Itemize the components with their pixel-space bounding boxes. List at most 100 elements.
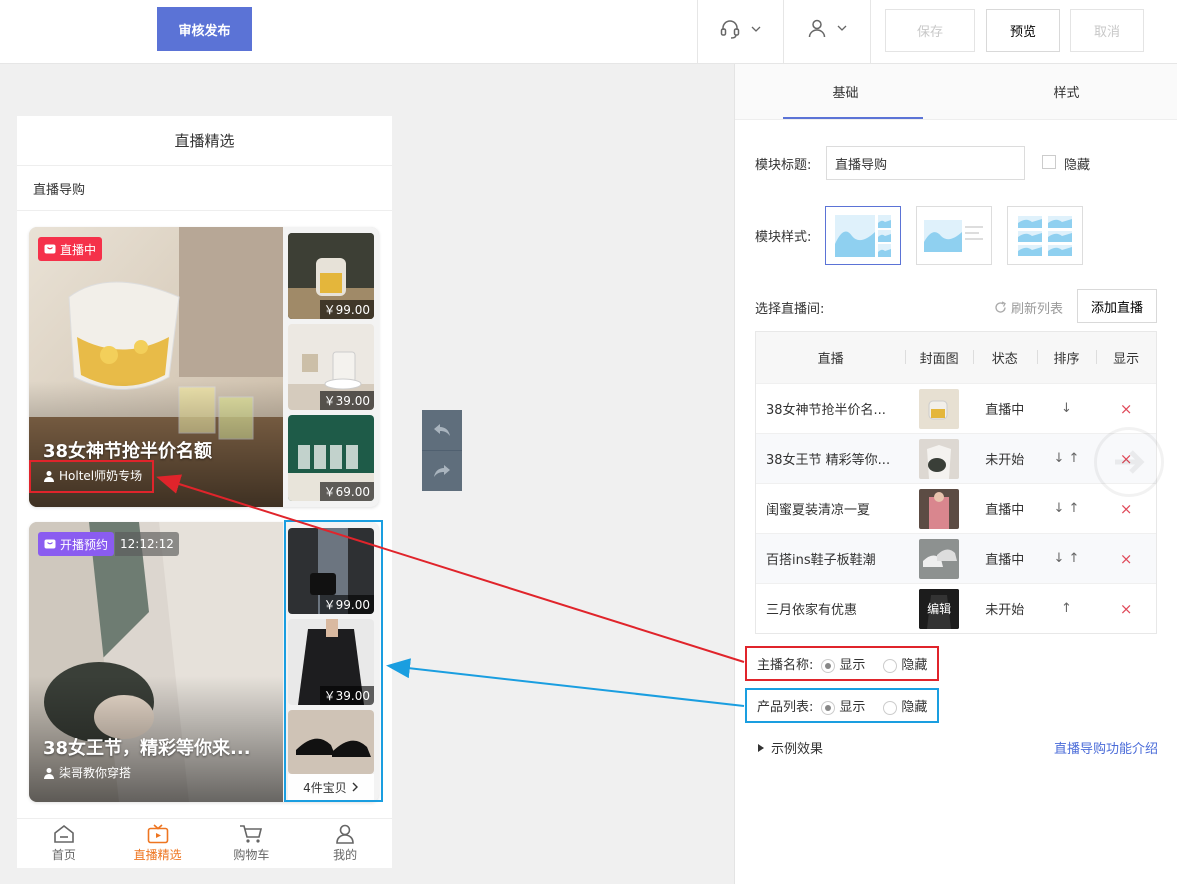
sort-controls[interactable]: ↓ ↑ (1037, 551, 1097, 566)
example-toggle[interactable]: 示例效果 (757, 738, 823, 757)
sort-controls[interactable]: ↓ (1037, 401, 1097, 416)
remove-button[interactable]: × (1096, 500, 1156, 518)
support-menu[interactable] (719, 18, 761, 40)
phone-preview: 直播精选 直播导购 直播中 38女神节抢半价名额 Holtel师奶专场 ￥99.… (17, 116, 392, 868)
product-thumb[interactable] (288, 710, 374, 774)
refresh-list-button[interactable]: 刷新列表 (994, 298, 1063, 317)
style-label: 模块样式: (755, 230, 812, 245)
product-list-setting: 产品列表: 显示 隐藏 (745, 688, 940, 723)
live-card[interactable]: 开播预约 12:12:12 38女王节，精彩等你来... 柒哥教你穿搭 ￥99.… (29, 522, 379, 802)
host-name: Holtel师奶专场 (43, 467, 142, 484)
product-thumb[interactable]: ￥99.00 (288, 528, 374, 614)
home-icon (54, 824, 74, 843)
product-list-label: 产品列表: (757, 700, 814, 715)
sort-controls[interactable]: ↓ ↑ (1037, 451, 1097, 466)
add-live-button[interactable]: 添加直播 (1077, 289, 1157, 323)
live-table: 直播 封面图 状态 排序 显示 38女神节抢半价名... 直播中 ↓ × 38女… (755, 331, 1157, 634)
panel-tabs: 基础 样式 (735, 64, 1177, 120)
host-name-label: Holtel师奶专场 (59, 469, 143, 483)
status-badge: 直播中 (38, 237, 103, 261)
layout-big-text-icon (924, 219, 983, 252)
product-list: ￥99.00 ￥39.00 ￥69.00 (283, 227, 379, 507)
tab-basic[interactable]: 基础 (735, 64, 956, 119)
more-products-label: 4件宝贝 (303, 780, 347, 795)
cover-image[interactable] (919, 438, 960, 479)
cover-image[interactable] (919, 538, 960, 579)
style-option-grid[interactable] (1007, 206, 1083, 265)
price-tag: ￥99.00 (319, 300, 374, 319)
product-list: ￥99.00 ￥39.00 4件宝贝 (283, 522, 379, 802)
option-label: 显示 (839, 700, 866, 715)
redo-button[interactable] (422, 450, 462, 491)
host-name-setting: 主播名称: 显示 隐藏 (745, 646, 940, 681)
module-title[interactable]: 直播导购 (17, 166, 392, 211)
sort-controls[interactable]: ↓ ↑ (1037, 501, 1097, 516)
preview-button[interactable]: 预览 (986, 9, 1060, 52)
user-menu[interactable] (807, 18, 847, 38)
chevron-down-icon (837, 25, 847, 31)
cover-image[interactable]: 编辑 (919, 588, 960, 629)
history-controls (422, 410, 462, 491)
feature-intro-link[interactable]: 直播导购功能介绍 (1054, 738, 1158, 757)
publish-button[interactable]: 审核发布 (157, 7, 252, 51)
cover-image[interactable] (919, 388, 960, 429)
tab-home[interactable]: 首页 (17, 819, 111, 868)
bottom-tab-bar: 首页 直播精选 购物车 我的 (17, 818, 392, 868)
module-title-input[interactable] (826, 146, 1025, 180)
top-bar: 审核发布 保存 预览 取消 (0, 0, 1177, 64)
product-list-arrow (386, 658, 745, 707)
tab-mine[interactable]: 我的 (298, 819, 392, 868)
tab-cart[interactable]: 购物车 (205, 819, 299, 868)
tv-icon (44, 244, 56, 254)
cart-icon (240, 825, 263, 843)
user-icon (336, 824, 354, 844)
style-option-big-left[interactable] (825, 206, 901, 265)
column-header: 显示 (1096, 348, 1156, 367)
live-title: 38女王节，精彩等你来... (43, 738, 251, 759)
radio-unchecked (883, 658, 898, 673)
live-name: 38女神节抢半价名... (766, 403, 886, 418)
product-image (288, 710, 374, 774)
save-button[interactable]: 保存 (885, 9, 975, 52)
live-status: 直播中 (985, 503, 1025, 518)
price-tag: ￥39.00 (319, 686, 374, 705)
product-thumb[interactable]: ￥99.00 (288, 233, 374, 319)
remove-button[interactable]: × (1096, 600, 1156, 618)
host-name-label: 柒哥教你穿搭 (59, 766, 132, 780)
remove-button[interactable]: × (1096, 550, 1156, 568)
sort-controls[interactable]: ↑ (1037, 601, 1097, 616)
product-list-hide-option[interactable]: 隐藏 (883, 696, 927, 715)
tab-live-picks[interactable]: 直播精选 (111, 819, 205, 868)
live-title: 38女神节抢半价名额 (43, 441, 213, 462)
price-tag: ￥99.00 (319, 595, 374, 614)
cover-thumbnail (919, 538, 960, 579)
product-thumb[interactable]: ￥69.00 (288, 415, 374, 501)
product-thumb[interactable]: ￥39.00 (288, 324, 374, 410)
style-option-big-text[interactable] (916, 206, 992, 265)
hide-title-checkbox[interactable] (1042, 155, 1056, 169)
cancel-button[interactable]: 取消 (1070, 9, 1144, 52)
countdown-timer: 12:12:12 (115, 532, 179, 556)
cover-image[interactable] (919, 488, 960, 529)
option-label: 显示 (839, 658, 866, 673)
live-cover-image (29, 227, 283, 507)
edit-cover-label[interactable]: 编辑 (919, 589, 959, 629)
undo-button[interactable] (422, 410, 462, 450)
product-list-show-option[interactable]: 显示 (821, 696, 865, 715)
live-status: 直播中 (985, 553, 1025, 568)
product-thumb[interactable]: ￥39.00 (288, 619, 374, 705)
more-products-link[interactable]: 4件宝贝 (288, 774, 374, 800)
tab-style[interactable]: 样式 (956, 64, 1177, 119)
host-name: 柒哥教你穿搭 (43, 764, 131, 781)
table-row: 百搭ins鞋子板鞋潮 直播中 ↓ ↑ × (756, 533, 1156, 583)
host-name-hide-option[interactable]: 隐藏 (883, 654, 927, 673)
table-row: 三月依家有优惠 编辑 未开始 ↑ × (756, 583, 1156, 633)
host-name-show-option[interactable]: 显示 (821, 654, 865, 673)
live-status: 未开始 (985, 453, 1025, 468)
column-header: 封面图 (905, 348, 973, 367)
remove-button[interactable]: × (1096, 400, 1156, 418)
cover-thumbnail (919, 388, 960, 429)
live-name: 百搭ins鞋子板鞋潮 (766, 553, 876, 568)
live-card[interactable]: 直播中 38女神节抢半价名额 Holtel师奶专场 ￥99.00 ￥39.00 … (29, 227, 379, 507)
refresh-label: 刷新列表 (1011, 302, 1064, 317)
